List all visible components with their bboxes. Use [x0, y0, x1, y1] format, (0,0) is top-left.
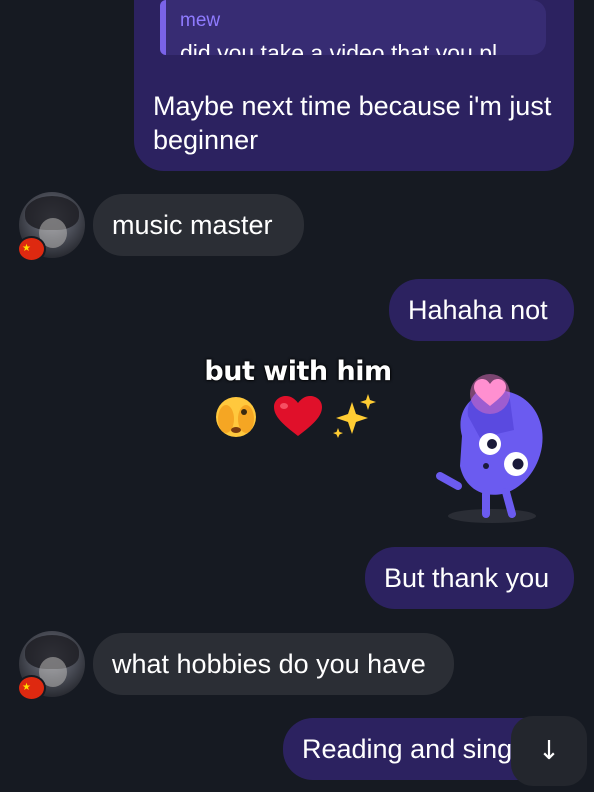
message-text: Maybe next time because i'm just beginne…: [153, 91, 552, 155]
outgoing-reply-message[interactable]: mew did you take a video that you pl... …: [134, 0, 574, 171]
message-text: Reading and sing: [302, 734, 513, 764]
scroll-to-bottom-button[interactable]: ↓: [511, 716, 587, 786]
quote-accent-bar: [160, 0, 166, 55]
overlay-emojis: [216, 394, 376, 438]
incoming-message[interactable]: music master: [93, 194, 304, 256]
outgoing-message[interactable]: Hahaha not: [389, 279, 574, 341]
arrow-down-icon: ↓: [538, 736, 560, 766]
message-text: But thank you: [384, 563, 550, 593]
quote-author: mew: [180, 10, 221, 31]
red-heart-icon: [274, 396, 322, 436]
message-text: music master: [112, 210, 273, 240]
overlay-caption: but with him: [204, 356, 392, 387]
quoted-message[interactable]: mew did you take a video that you pl...: [160, 0, 546, 55]
avatar[interactable]: ★: [17, 192, 85, 262]
chat-screen: mew did you take a video that you pl... …: [0, 0, 594, 792]
outgoing-message[interactable]: But thank you: [365, 547, 574, 609]
incoming-message[interactable]: what hobbies do you have: [93, 633, 454, 695]
china-flag-icon: ★: [17, 236, 46, 262]
china-flag-icon: ★: [17, 675, 46, 701]
face-with-peeking-eye-icon: [216, 397, 256, 437]
avatar[interactable]: ★: [17, 631, 85, 701]
quote-text: did you take a video that you pl...: [180, 40, 517, 55]
message-text: Hahaha not: [408, 295, 548, 325]
sticker-image[interactable]: [428, 366, 568, 526]
sparkles-icon: [333, 394, 376, 438]
message-text: what hobbies do you have: [112, 649, 426, 679]
